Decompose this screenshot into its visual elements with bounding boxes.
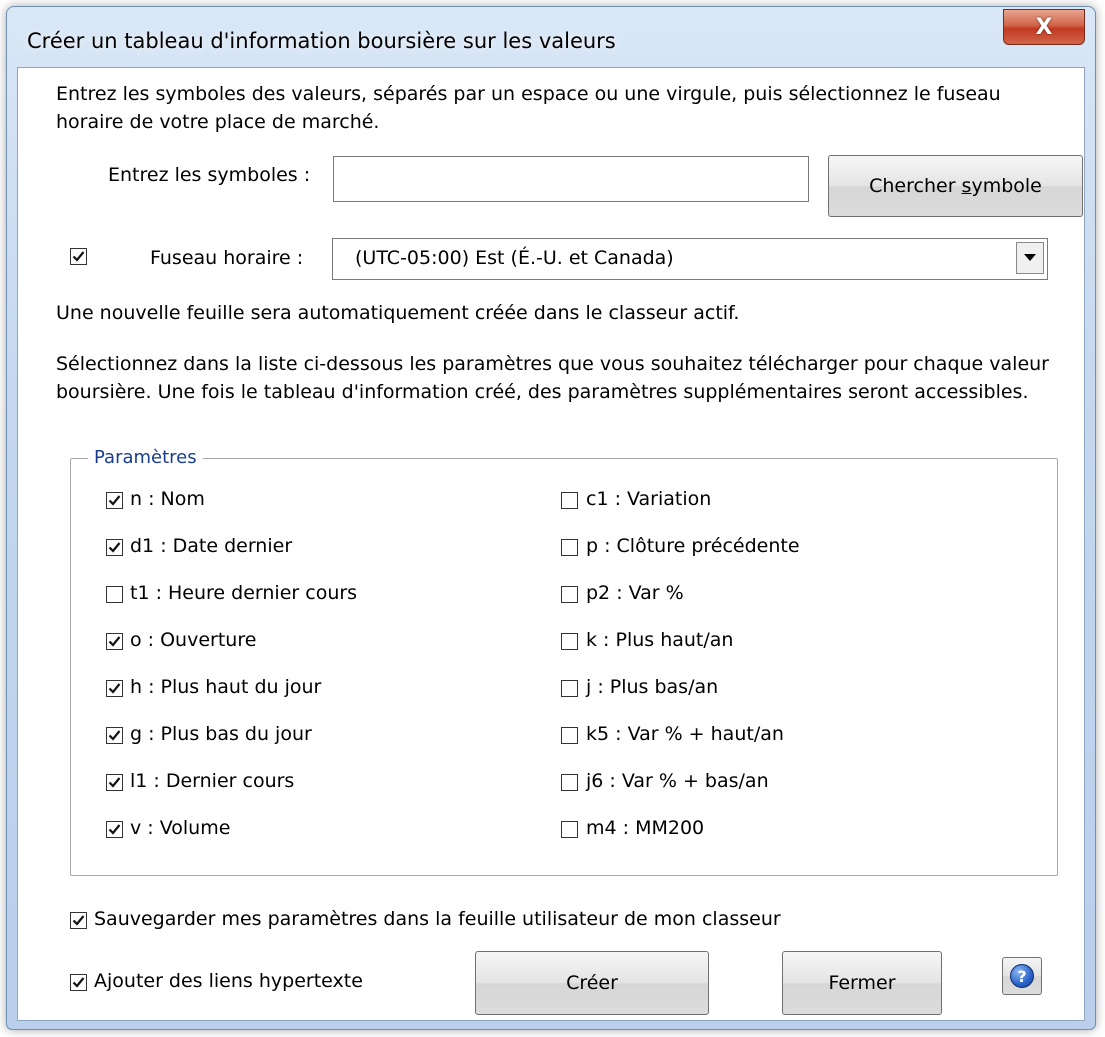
check-icon <box>108 683 121 694</box>
title-bar: Créer un tableau d'information boursière… <box>7 7 1095 69</box>
param-checkbox[interactable] <box>106 539 123 556</box>
hyperlinks-label: Ajouter des liens hypertexte <box>94 970 363 992</box>
param-label: g : Plus bas du jour <box>130 723 312 745</box>
save-settings-label: Sauvegarder mes paramètres dans la feuil… <box>94 908 781 930</box>
instructions-line-1: Sélectionnez dans la liste ci-dessous le… <box>56 353 1049 375</box>
param-checkbox[interactable] <box>106 633 123 650</box>
check-icon <box>108 824 121 835</box>
save-settings-checkbox[interactable] <box>70 912 87 929</box>
timezone-label: Fuseau horaire : <box>150 247 304 269</box>
param-checkbox[interactable] <box>106 774 123 791</box>
search-symbol-label: Chercher symbole <box>869 175 1042 197</box>
param-label: k5 : Var % + haut/an <box>586 723 784 745</box>
timezone-select[interactable]: (UTC-05:00) Est (É.-U. et Canada) <box>332 238 1048 280</box>
check-icon <box>108 542 121 553</box>
window-title: Créer un tableau d'information boursière… <box>27 29 616 53</box>
param-label: d1 : Date dernier <box>130 535 293 557</box>
param-checkbox[interactable] <box>561 774 578 791</box>
create-button[interactable]: Créer <box>475 951 709 1015</box>
check-icon <box>108 777 121 788</box>
param-checkbox[interactable] <box>561 492 578 509</box>
param-checkbox[interactable] <box>561 633 578 650</box>
symbols-input[interactable] <box>333 156 809 202</box>
param-label: o : Ouverture <box>130 629 257 651</box>
parameters-legend: Paramètres <box>88 447 203 468</box>
check-icon <box>72 977 85 988</box>
param-label: k : Plus haut/an <box>586 629 734 651</box>
notice-text: Une nouvelle feuille sera automatiquemen… <box>56 302 740 324</box>
param-label: j6 : Var % + bas/an <box>586 770 769 792</box>
check-icon <box>108 636 121 647</box>
parameters-group <box>70 458 1058 876</box>
hyperlinks-checkbox[interactable] <box>70 974 87 991</box>
param-label: m4 : MM200 <box>586 817 705 839</box>
param-label: l1 : Dernier cours <box>130 770 295 792</box>
check-icon <box>108 495 121 506</box>
intro-line-1: Entrez les symboles des valeurs, séparés… <box>56 83 1001 105</box>
close-button[interactable]: Fermer <box>782 951 942 1015</box>
param-label: t1 : Heure dernier cours <box>130 582 358 604</box>
close-window-button[interactable]: X <box>1003 9 1085 45</box>
param-checkbox[interactable] <box>561 821 578 838</box>
param-label: h : Plus haut du jour <box>130 676 322 698</box>
param-checkbox[interactable] <box>106 492 123 509</box>
param-label: j : Plus bas/an <box>586 676 719 698</box>
param-checkbox[interactable] <box>561 680 578 697</box>
param-label: c1 : Variation <box>586 488 712 510</box>
param-label: n : Nom <box>130 488 205 510</box>
timezone-selected-value: (UTC-05:00) Est (É.-U. et Canada) <box>355 247 674 269</box>
dialog-window: Créer un tableau d'information boursière… <box>6 6 1096 1030</box>
param-label: p : Clôture précédente <box>586 535 800 557</box>
check-icon <box>72 251 85 262</box>
check-icon <box>108 730 121 741</box>
check-icon <box>72 915 85 926</box>
dialog-body: Entrez les symboles des valeurs, séparés… <box>17 67 1085 1021</box>
param-checkbox[interactable] <box>106 821 123 838</box>
dropdown-arrow-icon[interactable] <box>1016 242 1044 274</box>
timezone-checkbox[interactable] <box>70 248 87 265</box>
param-checkbox[interactable] <box>561 586 578 603</box>
param-checkbox[interactable] <box>106 680 123 697</box>
help-button[interactable]: ? <box>1002 957 1042 995</box>
param-label: v : Volume <box>130 817 231 839</box>
instructions-line-2: boursière. Une fois le tableau d'informa… <box>56 381 1029 403</box>
param-checkbox[interactable] <box>106 586 123 603</box>
intro-line-2: horaire de votre place de marché. <box>56 111 380 133</box>
param-checkbox[interactable] <box>561 727 578 744</box>
param-label: p2 : Var % <box>586 582 684 604</box>
param-checkbox[interactable] <box>561 539 578 556</box>
param-checkbox[interactable] <box>106 727 123 744</box>
symbols-label: Entrez les symboles : <box>108 164 311 186</box>
help-icon: ? <box>1010 964 1034 988</box>
search-symbol-button[interactable]: Chercher symbole <box>828 155 1083 217</box>
